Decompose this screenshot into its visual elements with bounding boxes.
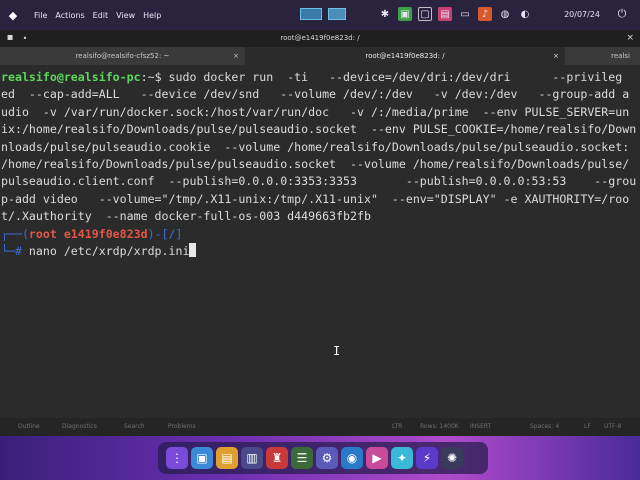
root-prompt-line: ┌──(root e1419f0e823d)-[/] <box>1 226 640 243</box>
screenshot-icon[interactable]: ▢ <box>418 7 432 21</box>
network-dock-icon[interactable]: ✦ <box>391 447 413 469</box>
power-icon[interactable]: ⏻ <box>614 7 630 23</box>
window-preview-icon[interactable] <box>328 8 346 20</box>
tab-root-active[interactable]: root@e1419f0e823d: / × <box>245 47 565 65</box>
terminal-line: ed --cap-add=ALL --device /dev/snd --vol… <box>1 87 630 102</box>
firewall-dock-icon[interactable]: ♜ <box>266 447 288 469</box>
status-item[interactable]: Outline <box>18 418 40 436</box>
network-icon[interactable]: ◍ <box>498 7 512 21</box>
system-tray: ✱ ▣ ▢ ▤ ▭ ♪ ◍ ◐ <box>300 7 538 21</box>
terminal-line: p-add video --volume="/tmp/.X11-unix:/tm… <box>1 191 630 206</box>
menu-file[interactable]: File <box>34 11 47 20</box>
menu-edit[interactable]: Edit <box>93 11 109 20</box>
terminal-output[interactable]: realsifo@realsifo-pc:~$ sudo docker run … <box>0 65 640 436</box>
workspace-indicator-icon[interactable] <box>300 8 322 20</box>
app-launcher-icon[interactable]: ◆ <box>6 8 20 22</box>
command-line: └─# nano /etc/xrdp/xrdp.ini <box>1 243 640 260</box>
files-dock-icon[interactable]: ▣ <box>191 447 213 469</box>
prompt-frame-open: ┌──( <box>1 226 29 241</box>
media-dock-icon[interactable]: ▶ <box>366 447 388 469</box>
top-panel: ◆ File Actions Edit View Help ✱ ▣ ▢ ▤ ▭ … <box>0 0 640 30</box>
system-monitor-icon[interactable]: ▣ <box>398 7 412 21</box>
menu-view[interactable]: View <box>116 11 135 20</box>
editor-dock-icon[interactable]: ▥ <box>241 447 263 469</box>
menu-help[interactable]: Help <box>143 11 161 20</box>
tab-close-icon[interactable]: × <box>553 47 559 65</box>
terminal-line: pulseaudio.client.conf --publish=0.0.0.0… <box>1 174 637 189</box>
tab-bar: realsifo@realsifo-cfsz52: ~ × root@e1419… <box>0 47 640 65</box>
status-item[interactable]: UTF-8 <box>604 418 622 436</box>
command-text: :~$ sudo docker run -ti --device=/dev/dr… <box>140 70 623 84</box>
terminal-line: /home/realsifo/Downloads/pulse/pulseaudi… <box>1 157 630 172</box>
tab-label: realsifo@realsifo-cfsz52: ~ <box>75 52 170 60</box>
status-item[interactable]: LF <box>584 418 591 436</box>
terminal-line: realsifo@realsifo-pc:~$ sudo docker run … <box>1 69 640 86</box>
window-title: root@e1419f0e823d: / <box>280 34 360 42</box>
status-bar: Outline Diagnostics Search Problems LTR … <box>0 418 640 436</box>
clock-date[interactable]: 20/07/24 <box>564 10 600 19</box>
status-item[interactable]: Spaces: 4 <box>530 418 559 436</box>
status-item[interactable]: Diagnostics <box>62 418 97 436</box>
system-dock-icon[interactable]: ✺ <box>441 447 463 469</box>
dock: ⋮ ▣ ▤ ▥ ♜ ☰ ⚙ ◉ ▶ ✦ ⚡ ✺ <box>158 442 488 474</box>
bluetooth-icon[interactable]: ✱ <box>378 7 392 21</box>
status-item[interactable]: Rows: 1400K <box>420 418 459 436</box>
terminal-line: t/.Xauthority --name docker-full-os-003 … <box>1 209 371 224</box>
terminal-window: ▪ • root@e1419f0e823d: / × realsifo@real… <box>0 30 640 436</box>
status-item[interactable]: LTR <box>392 418 402 436</box>
security-dock-icon[interactable]: ⚡ <box>416 447 438 469</box>
browser-dock-icon[interactable]: ◉ <box>341 447 363 469</box>
volume-icon[interactable]: ◐ <box>518 7 532 21</box>
terminal-line: udio -v /var/run/docker.sock:/host/var/r… <box>1 104 630 119</box>
text-cursor <box>189 243 197 258</box>
tab-label: root@e1419f0e823d: / <box>365 52 445 60</box>
terminal-app-icon: ▪ <box>6 32 14 43</box>
settings-dock-icon[interactable]: ⚙ <box>316 447 338 469</box>
prompt-frame-close: )-[/] <box>147 226 183 241</box>
current-command: nano /etc/xrdp/xrdp.ini <box>28 244 190 259</box>
menu-actions[interactable]: Actions <box>55 11 84 20</box>
prompt-hash: └─# <box>1 244 29 259</box>
notes-icon[interactable]: ▤ <box>438 7 452 21</box>
mouse-ibeam-icon: I <box>333 344 341 358</box>
terminal-line: ix:/home/realsifo/Downloads/pulse/pulsea… <box>1 122 637 137</box>
folder-dock-icon[interactable]: ▤ <box>216 447 238 469</box>
launcher-dock-icon[interactable]: ⋮ <box>166 447 188 469</box>
root-user: root <box>28 226 57 241</box>
music-icon[interactable]: ♪ <box>478 7 492 21</box>
window-close-icon[interactable]: × <box>626 30 634 47</box>
hacking-tools-dock-icon[interactable]: ☰ <box>291 447 313 469</box>
root-host: e1419f0e823d <box>56 226 148 241</box>
user-prompt: realsifo@realsifo-pc <box>1 70 141 84</box>
tab-realsifo[interactable]: realsifo@realsifo-cfsz52: ~ × <box>0 47 245 65</box>
status-item[interactable]: Search <box>124 418 145 436</box>
menu-bar: File Actions Edit View Help <box>34 11 169 20</box>
window-titlebar[interactable]: ▪ • root@e1419f0e823d: / × <box>0 30 640 47</box>
terminal-line: nloads/pulse/pulseaudio.cookie --volume … <box>1 139 630 154</box>
tab-realsi[interactable]: realsi <box>565 47 640 65</box>
pin-icon[interactable]: • <box>22 30 28 47</box>
tab-label: realsi <box>611 52 630 60</box>
tab-close-icon[interactable]: × <box>233 47 239 65</box>
status-item[interactable]: Problems <box>168 418 196 436</box>
display-icon[interactable]: ▭ <box>458 7 472 21</box>
status-item[interactable]: INSERT <box>470 418 491 436</box>
